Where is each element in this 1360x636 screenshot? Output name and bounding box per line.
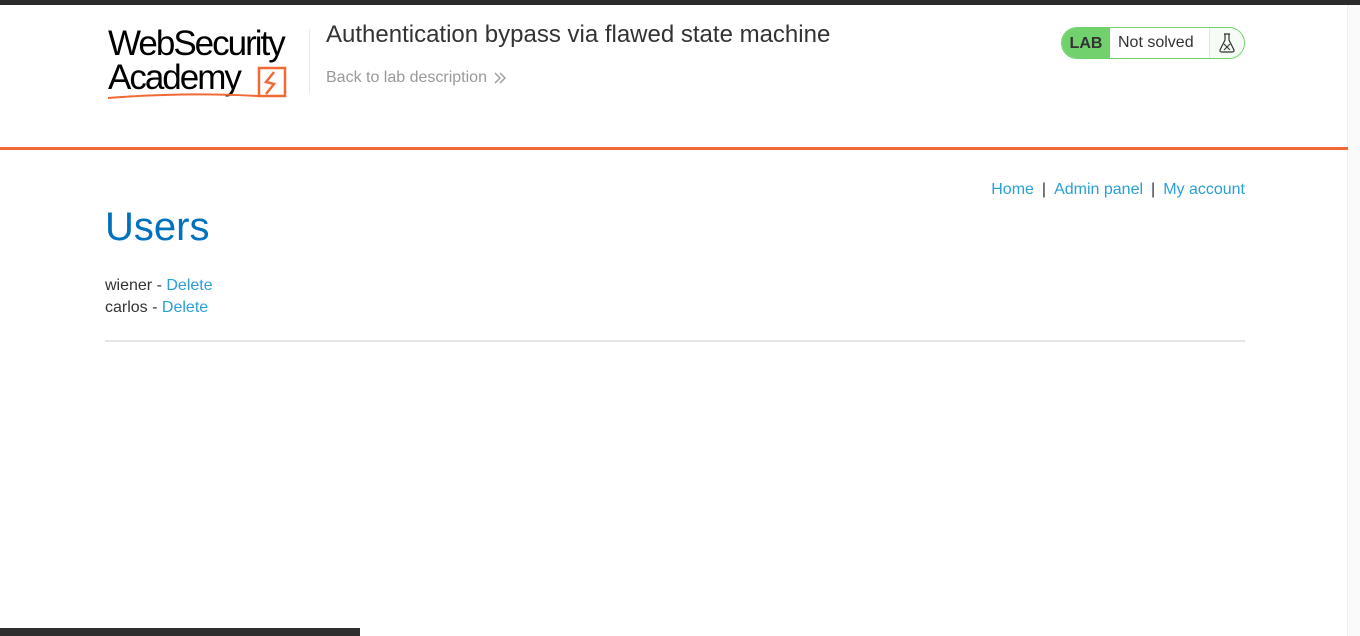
- nav-separator: |: [1151, 181, 1156, 198]
- nav-separator: |: [1041, 181, 1047, 198]
- delete-user-wiener-link[interactable]: Delete: [166, 277, 212, 294]
- header-divider: [309, 29, 310, 93]
- top-navigation: Home | Admin panel | My account: [991, 181, 1245, 199]
- browser-status-bar: [0, 628, 360, 636]
- user-name: carlos: [105, 299, 148, 316]
- double-chevron-right-icon: [494, 72, 506, 84]
- academy-header: WebSecurity Academy Authentication bypas…: [0, 5, 1348, 147]
- nav-home-link[interactable]: Home: [991, 181, 1034, 198]
- page-scrollbar[interactable]: [1347, 5, 1360, 636]
- flask-icon: [1219, 33, 1235, 53]
- back-link-label: Back to lab description: [326, 69, 487, 86]
- back-to-lab-description-link[interactable]: Back to lab description: [326, 69, 507, 87]
- lab-status-widget[interactable]: LAB Not solved: [1061, 27, 1245, 59]
- nav-my-account-link[interactable]: My account: [1163, 181, 1245, 198]
- lab-flask-button[interactable]: [1209, 28, 1244, 58]
- lab-title: Authentication bypass via flawed state m…: [326, 21, 831, 48]
- web-security-academy-logo[interactable]: WebSecurity Academy: [106, 26, 306, 104]
- lab-status-text: Not solved: [1118, 34, 1194, 51]
- content-divider: [105, 340, 1245, 342]
- user-name: wiener: [105, 277, 153, 294]
- delete-user-carlos-link[interactable]: Delete: [162, 299, 208, 316]
- user-row: carlos - Delete: [105, 297, 213, 319]
- nav-admin-panel-link[interactable]: Admin panel: [1054, 181, 1143, 198]
- user-separator: -: [152, 299, 158, 316]
- page-title: Users: [105, 205, 210, 249]
- header-orange-rule: [0, 147, 1348, 150]
- lab-badge: LAB: [1062, 28, 1110, 58]
- user-separator: -: [156, 277, 162, 294]
- user-row: wiener - Delete: [105, 275, 213, 297]
- user-list: wiener - Delete carlos - Delete: [105, 275, 213, 319]
- logo-mark-icon: [107, 66, 287, 99]
